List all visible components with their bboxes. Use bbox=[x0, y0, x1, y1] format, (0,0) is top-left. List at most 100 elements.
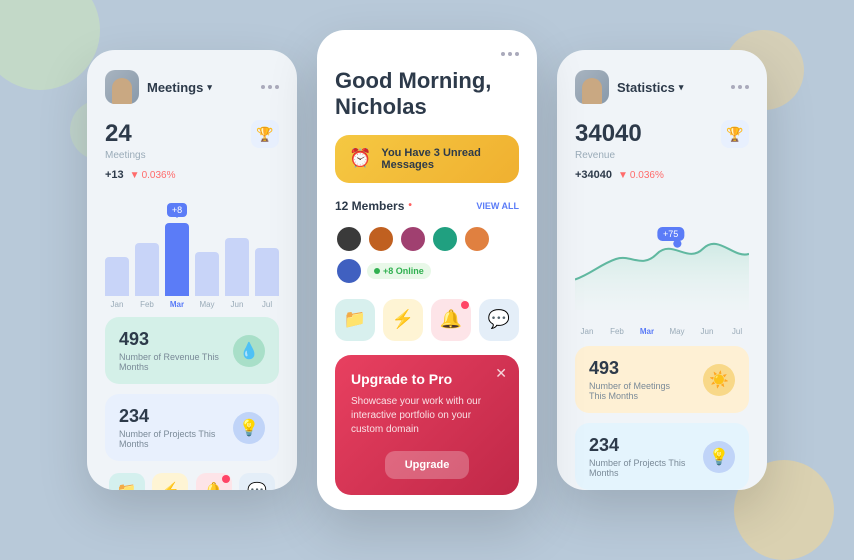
right-chart-label-jun: Jun bbox=[695, 327, 719, 336]
bar-col-1 bbox=[105, 199, 129, 296]
message-text: You Have 3 Unread Messages bbox=[381, 147, 505, 171]
member-avatar-1 bbox=[335, 225, 363, 253]
online-count: +8 Online bbox=[383, 266, 424, 276]
left-title-text: Meetings bbox=[147, 80, 203, 95]
arrow-down-icon: ▼ bbox=[130, 170, 140, 181]
avatar-left bbox=[105, 70, 139, 104]
cdot1 bbox=[501, 52, 505, 56]
left-stats-block: 24 Meetings +13 ▼ 0.036% bbox=[105, 120, 176, 195]
left-bottom-icon-bolt[interactable]: ⚡ bbox=[152, 473, 188, 490]
left-change-value: +13 bbox=[105, 169, 124, 181]
action-btn-bolt[interactable]: ⚡ bbox=[383, 299, 423, 341]
left-phone-title: Meetings ▾ bbox=[147, 80, 212, 95]
cdot3 bbox=[515, 52, 519, 56]
upgrade-description: Showcase your work with ourinteractive p… bbox=[351, 395, 503, 437]
right-arrow-down-icon: ▼ bbox=[618, 170, 628, 181]
left-change-row: +13 ▼ 0.036% bbox=[105, 169, 176, 181]
bar-col-3: +8 bbox=[165, 199, 189, 296]
right-main-number: 34040 bbox=[575, 120, 664, 148]
stat-card-1-num: 493 bbox=[119, 329, 219, 350]
left-main-label: Meetings bbox=[105, 150, 176, 161]
upgrade-button[interactable]: Upgrade bbox=[385, 451, 470, 479]
chart-labels: Jan Feb Mar May Jun Jul bbox=[105, 300, 279, 309]
stat-card-2-num: 234 bbox=[119, 406, 219, 427]
bg-decoration-tl bbox=[0, 0, 100, 90]
action-btn-bell[interactable]: 🔔 bbox=[431, 299, 471, 341]
phone-center: Good Morning,Nicholas ⏰ You Have 3 Unrea… bbox=[317, 30, 537, 510]
left-bar-chart: +8 Jan Feb Mar May Jun Jul bbox=[105, 199, 279, 309]
right-stat-card-1-info: 493 Number of Meetings This Months bbox=[589, 358, 689, 401]
members-dot: • bbox=[408, 200, 412, 211]
right-chart-label-jul: Jul bbox=[725, 327, 749, 336]
action-btn-folder[interactable]: 📁 bbox=[335, 299, 375, 341]
right-dropdown-arrow[interactable]: ▾ bbox=[679, 82, 684, 93]
member-avatar-4 bbox=[431, 225, 459, 253]
bar-col-4 bbox=[195, 199, 219, 296]
left-phone-header: Meetings ▾ bbox=[105, 70, 279, 104]
left-change-pct: ▼ 0.036% bbox=[130, 170, 176, 181]
right-header-left: Statistics ▾ bbox=[575, 70, 683, 104]
chart-label-jun: Jun bbox=[225, 300, 249, 309]
bar-col-5 bbox=[225, 199, 249, 296]
right-change-value: +34040 bbox=[575, 169, 612, 181]
bar-col-6 bbox=[255, 199, 279, 296]
right-stats-block: 34040 Revenue +34040 ▼ 0.036% bbox=[575, 120, 664, 195]
right-stat-card-1-icon: ☀️ bbox=[703, 364, 735, 396]
left-bottom-icon-folder[interactable]: 📁 bbox=[109, 473, 145, 490]
right-dots-menu[interactable] bbox=[731, 85, 749, 89]
view-all-button[interactable]: VIEW ALL bbox=[476, 201, 519, 211]
stat-card-1-icon: 💧 bbox=[233, 335, 265, 367]
stat-card-2-label: Number of Projects This Months bbox=[119, 429, 219, 449]
right-trophy-icon: 🏆 bbox=[721, 120, 749, 148]
right-chart-label-jan: Jan bbox=[575, 327, 599, 336]
chart-label-jul: Jul bbox=[255, 300, 279, 309]
left-bottom-icon-bell[interactable]: 🔔 bbox=[196, 473, 232, 490]
bars-area: +8 bbox=[105, 199, 279, 300]
right-chart-label-mar: Mar bbox=[635, 327, 659, 336]
right-stat-card-2-label: Number of Projects This Months bbox=[589, 458, 689, 478]
member-avatar-6 bbox=[335, 257, 363, 285]
stat-card-2-icon: 💡 bbox=[233, 412, 265, 444]
stat-card-2-info: 234 Number of Projects This Months bbox=[119, 406, 219, 449]
right-chart-labels: Jan Feb Mar May Jun Jul bbox=[575, 327, 749, 336]
avatar-right bbox=[575, 70, 609, 104]
phones-container: Meetings ▾ 24 Meetings +13 ▼ 0.036% bbox=[87, 30, 767, 510]
right-phone-title: Statistics ▾ bbox=[617, 80, 683, 95]
left-main-number: 24 bbox=[105, 120, 176, 148]
left-dots-menu[interactable] bbox=[261, 85, 279, 89]
rdot2 bbox=[738, 85, 742, 89]
avatars-row: +8 Online bbox=[335, 225, 519, 285]
action-btn-chat[interactable]: 💬 bbox=[479, 299, 519, 341]
right-chart-label-may: May bbox=[665, 327, 689, 336]
member-avatar-2 bbox=[367, 225, 395, 253]
left-stat-card-1: 493 Number of Revenue This Months 💧 bbox=[105, 317, 279, 384]
upgrade-close-button[interactable]: ✕ bbox=[495, 365, 507, 382]
chart-label-jan: Jan bbox=[105, 300, 129, 309]
center-dots-menu[interactable] bbox=[501, 52, 519, 56]
rdot3 bbox=[745, 85, 749, 89]
rdot1 bbox=[731, 85, 735, 89]
stat-card-1-label: Number of Revenue This Months bbox=[119, 352, 219, 372]
members-row: 12 Members • VIEW ALL bbox=[335, 199, 519, 213]
member-avatar-3 bbox=[399, 225, 427, 253]
members-label: 12 Members • bbox=[335, 199, 412, 213]
upgrade-card: ✕ Upgrade to Pro Showcase your work with… bbox=[335, 355, 519, 495]
phone-left: Meetings ▾ 24 Meetings +13 ▼ 0.036% bbox=[87, 50, 297, 490]
greeting-text: Good Morning,Nicholas bbox=[335, 68, 519, 121]
bar-col-2 bbox=[135, 199, 159, 296]
right-line-chart: +75 bbox=[575, 199, 749, 319]
avatar-figure-left bbox=[112, 78, 132, 104]
left-dropdown-arrow[interactable]: ▾ bbox=[207, 82, 212, 93]
right-stat-card-2-icon: 💡 bbox=[703, 441, 735, 473]
action-notif-badge bbox=[461, 301, 469, 309]
right-stat-card-2-num: 234 bbox=[589, 435, 689, 456]
right-stat-card-2: 234 Number of Projects This Months 💡 bbox=[575, 423, 749, 490]
stat-card-1-info: 493 Number of Revenue This Months bbox=[119, 329, 219, 372]
left-bottom-icon-chat[interactable]: 💬 bbox=[239, 473, 275, 490]
right-change-pct: ▼ 0.036% bbox=[618, 170, 664, 181]
action-grid: 📁 ⚡ 🔔 💬 bbox=[335, 299, 519, 341]
dot3 bbox=[275, 85, 279, 89]
line-tooltip: +75 bbox=[657, 227, 684, 241]
cdot2 bbox=[508, 52, 512, 56]
message-banner[interactable]: ⏰ You Have 3 Unread Messages bbox=[335, 135, 519, 183]
